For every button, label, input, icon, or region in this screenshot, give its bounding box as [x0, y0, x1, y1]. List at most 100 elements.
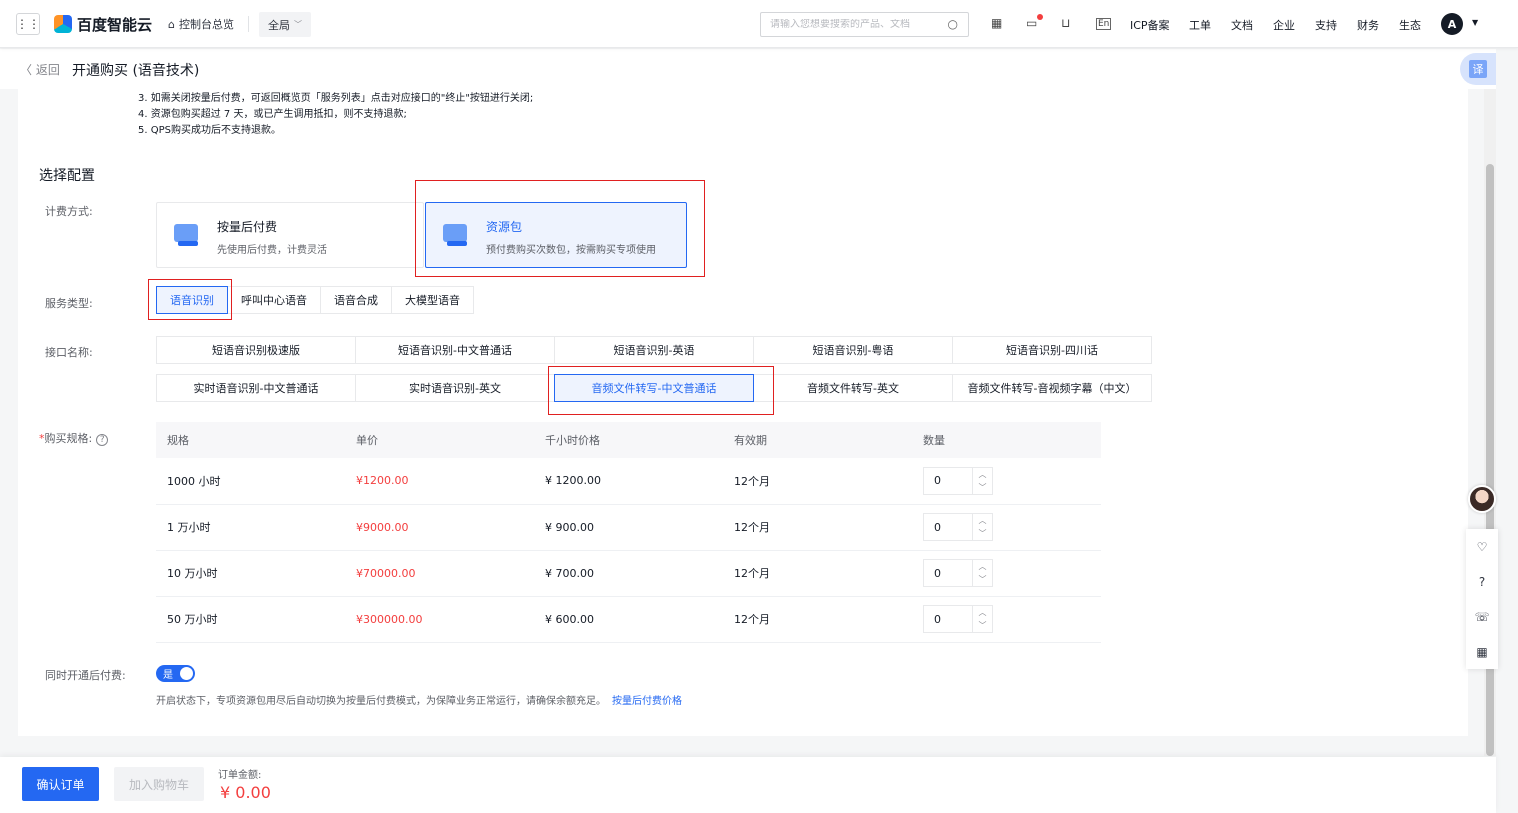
spec-cell: 1000 小时: [156, 458, 345, 505]
per-k-price-cell: ¥ 700.00: [534, 550, 723, 597]
api-option[interactable]: 实时语音识别-英文: [355, 374, 555, 402]
note-item: 3. 如需关闭按量后付费，可返回概览页「服务列表」点击对应接口的"终止"按钮进行…: [138, 93, 534, 104]
unit-price-cell: ¥9000.00: [345, 504, 534, 551]
spec-cell: 10 万小时: [156, 550, 345, 597]
service-type-asr[interactable]: 语音识别: [156, 286, 228, 314]
quantity-input[interactable]: [924, 514, 972, 540]
assistant-avatar[interactable]: [1468, 485, 1496, 513]
chevron-down-icon[interactable]: ﹀: [973, 481, 992, 494]
confirm-order-button[interactable]: 确认订单: [22, 767, 99, 801]
chevron-down-icon[interactable]: ﹀: [973, 619, 992, 632]
postpaid-icon: [174, 224, 198, 246]
billing-label: 计费方式:: [45, 205, 93, 218]
floating-panel: ♡ ? ☏ ▦: [1466, 529, 1498, 669]
postpay-description: 开启状态下，专项资源包用尽后自动切换为按量后付费模式，为保障业务正常运行，请确保…: [156, 692, 682, 707]
translate-button[interactable]: 译: [1460, 53, 1496, 85]
help-icon[interactable]: ?: [96, 434, 109, 446]
spec-label-text: 购买规格:: [44, 432, 93, 445]
service-type-tts[interactable]: 语音合成: [320, 286, 392, 314]
package-icon: [443, 224, 467, 246]
section-title: 选择配置: [39, 168, 95, 184]
quantity-input[interactable]: [924, 467, 972, 494]
help-icon[interactable]: ?: [1479, 575, 1485, 589]
add-to-cart-button[interactable]: 加入购物车: [114, 767, 204, 801]
api-option[interactable]: 实时语音识别-中文普通话: [156, 374, 356, 402]
service-type-llm-voice[interactable]: 大模型语音: [391, 286, 474, 314]
column-header: 数量: [912, 422, 1101, 458]
api-option[interactable]: 短语音识别-粤语: [753, 336, 953, 364]
api-option[interactable]: 短语音识别极速版: [156, 336, 356, 364]
postpay-desc-text: 开启状态下，专项资源包用尽后自动切换为按量后付费模式，为保障业务正常运行，请确保…: [156, 696, 606, 707]
table-row: 1 万小时 ¥9000.00 ¥ 900.00 12个月 ︿﹀: [156, 504, 1101, 551]
postpay-toggle[interactable]: 是: [156, 665, 195, 682]
order-footer: 确认订单 加入购物车 订单金额: ¥ 0.00: [0, 757, 1496, 813]
phone-icon[interactable]: ☏: [1474, 610, 1489, 624]
chevron-up-icon[interactable]: ︿: [973, 606, 992, 619]
service-type-label: 服务类型:: [45, 297, 93, 310]
api-option[interactable]: 短语音识别-四川话: [952, 336, 1152, 364]
message-icon[interactable]: ▭: [1026, 16, 1037, 30]
table-header-row: 规格 单价 千小时价格 有效期 数量: [156, 422, 1101, 458]
console-home-link[interactable]: ⌂ 控制台总览: [168, 16, 234, 32]
api-name-grid: 短语音识别极速版 短语音识别-中文普通话 短语音识别-英语 短语音识别-粤语 短…: [156, 336, 1157, 412]
toggle-knob: [180, 667, 193, 680]
validity-cell: 12个月: [723, 550, 912, 597]
api-option[interactable]: 音频文件转写-音视频字幕（中文）: [952, 374, 1152, 402]
nav-link-docs[interactable]: 文档: [1231, 17, 1253, 33]
quantity-input[interactable]: [924, 606, 972, 632]
nav-link-ticket[interactable]: 工单: [1189, 17, 1211, 33]
apps-icon[interactable]: ▦: [1476, 645, 1487, 659]
table-row: 10 万小时 ¥70000.00 ¥ 700.00 12个月 ︿﹀: [156, 550, 1101, 597]
avatar[interactable]: A: [1441, 13, 1463, 35]
column-header: 规格: [156, 422, 345, 458]
logo-mark: [54, 15, 72, 33]
search-input[interactable]: [770, 19, 940, 30]
billing-option-desc: 先使用后付费，计费灵活: [217, 245, 327, 256]
chevron-down-icon[interactable]: ﹀: [973, 573, 992, 586]
nav-link-finance[interactable]: 财务: [1357, 17, 1379, 33]
api-name-label: 接口名称:: [45, 346, 93, 359]
per-k-price-cell: ¥ 1200.00: [534, 458, 723, 505]
quantity-cell: ︿﹀: [912, 550, 1101, 597]
nav-link-enterprise[interactable]: 企业: [1273, 17, 1295, 33]
quantity-cell: ︿﹀: [912, 504, 1101, 551]
grid-icon[interactable]: ⋮⋮: [16, 13, 40, 35]
service-type-callcenter[interactable]: 呼叫中心语音: [227, 286, 321, 314]
nav-link-icp[interactable]: ICP备案: [1130, 17, 1170, 33]
chevron-down-icon[interactable]: ﹀: [973, 527, 992, 540]
search-icon[interactable]: ○: [948, 17, 958, 31]
api-option-selected[interactable]: 音频文件转写-中文普通话: [554, 374, 754, 402]
nav-divider: [248, 16, 249, 32]
api-option[interactable]: 短语音识别-中文普通话: [355, 336, 555, 364]
message-badge: [1037, 14, 1043, 20]
console-home-label: 控制台总览: [178, 18, 234, 31]
api-row: 实时语音识别-中文普通话 实时语音识别-英文 音频文件转写-中文普通话 音频文件…: [156, 374, 1157, 402]
chevron-up-icon[interactable]: ︿: [973, 468, 992, 481]
region-select[interactable]: 全局 ﹀: [259, 12, 311, 37]
api-option[interactable]: 短语音识别-英语: [554, 336, 754, 364]
billing-option-package[interactable]: 资源包 预付费购买次数包，按需购买专项使用: [425, 202, 687, 268]
quantity-stepper: ︿﹀: [923, 513, 993, 541]
table-row: 1000 小时 ¥1200.00 ¥ 1200.00 12个月 ︿﹀: [156, 458, 1101, 505]
heart-icon[interactable]: ♡: [1477, 540, 1488, 554]
nav-link-ecosystem[interactable]: 生态: [1399, 17, 1421, 33]
translate-icon: 译: [1469, 60, 1487, 78]
language-icon[interactable]: En: [1096, 18, 1112, 30]
table-row: 50 万小时 ¥300000.00 ¥ 600.00 12个月 ︿﹀: [156, 596, 1101, 643]
cart-icon[interactable]: ⊔: [1061, 16, 1070, 30]
billing-option-postpaid[interactable]: 按量后付费 先使用后付费，计费灵活: [156, 202, 424, 268]
api-option[interactable]: 音频文件转写-英文: [753, 374, 953, 402]
unit-price-cell: ¥70000.00: [345, 550, 534, 597]
postpay-price-link[interactable]: 按量后付费价格: [612, 696, 682, 707]
chevron-up-icon[interactable]: ︿: [973, 514, 992, 527]
chevron-up-icon[interactable]: ︿: [973, 560, 992, 573]
brand-logo[interactable]: 百度智能云: [54, 13, 152, 35]
quantity-input[interactable]: [924, 560, 972, 586]
back-link[interactable]: 〈 返回: [20, 61, 60, 78]
home-icon: ⌂: [168, 17, 175, 31]
nav-link-support[interactable]: 支持: [1315, 17, 1337, 33]
qrcode-icon[interactable]: ▦: [991, 16, 1002, 30]
caret-down-icon[interactable]: ▼: [1472, 18, 1478, 27]
note-item: 4. 资源包购买超过 7 天，或已产生调用抵扣，则不支持退款;: [138, 109, 407, 120]
back-label: 返回: [35, 63, 60, 77]
